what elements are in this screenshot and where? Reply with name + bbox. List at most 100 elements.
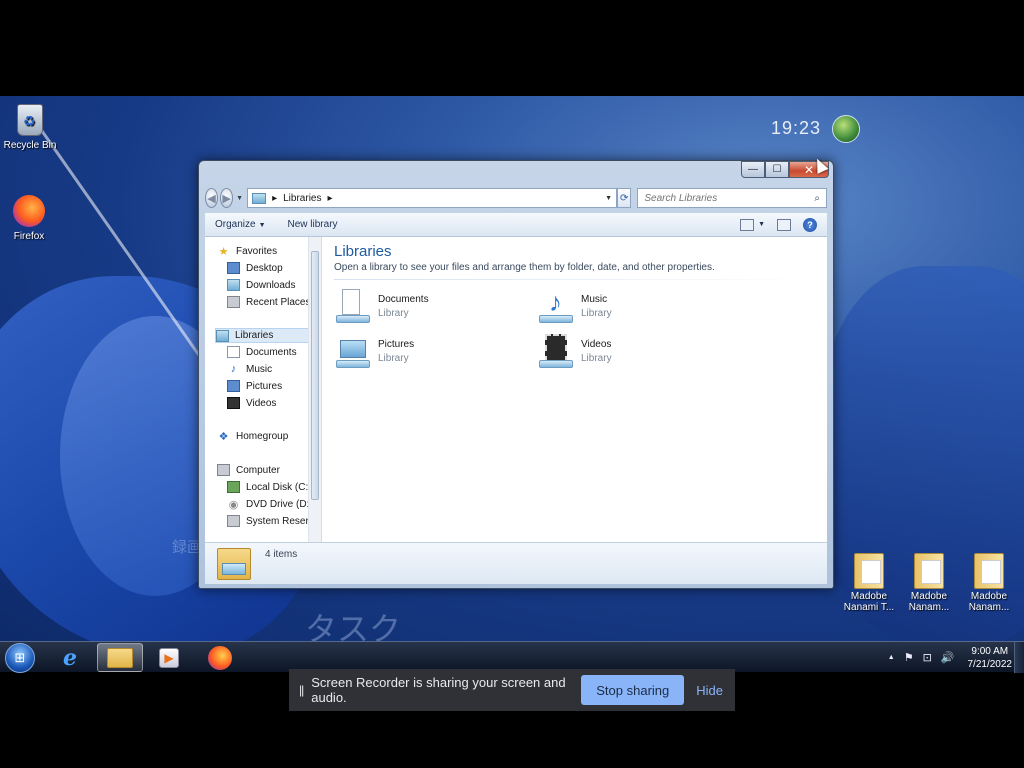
hide-button[interactable]: Hide <box>696 683 723 698</box>
item-count: 4 items <box>265 549 298 560</box>
details-pane: 4 items <box>205 542 827 584</box>
desktop-icon-label: Firefox <box>13 231 45 242</box>
nav-desktop[interactable]: Desktop <box>227 262 283 274</box>
nav-downloads[interactable]: Downloads <box>227 279 295 291</box>
disk-icon <box>227 481 240 493</box>
clock-widget: 19:23 <box>771 118 822 138</box>
documents-icon <box>227 346 240 358</box>
library-item-videos[interactable]: Videos Library <box>537 332 612 370</box>
address-bar[interactable]: ▸ Libraries ▸ ▼ <box>247 188 618 208</box>
minimize-button[interactable]: — <box>741 161 765 178</box>
clock-date: 7/21/2022 <box>967 658 1013 670</box>
desktop-icon-folder[interactable]: Madobe Nanam... <box>954 553 1024 613</box>
search-icon[interactable]: ⌕ <box>814 193 820 204</box>
libraries-folder-icon <box>217 547 251 580</box>
view-icon <box>740 218 755 231</box>
nav-homegroup[interactable]: ❖ Homegroup <box>217 430 289 443</box>
taskbar-explorer[interactable] <box>97 643 143 672</box>
nav-recent-places[interactable]: Recent Places <box>227 296 310 308</box>
internet-explorer-icon: e <box>63 644 77 671</box>
library-item-documents[interactable]: Documents Library <box>334 287 429 325</box>
organize-button[interactable]: Organize ▼ <box>215 219 266 230</box>
homegroup-icon: ❖ <box>218 430 229 443</box>
nav-scrollbar[interactable] <box>308 237 321 542</box>
change-view-button[interactable]: ▼ <box>740 218 765 231</box>
breadcrumb-separator[interactable]: ▸ <box>272 193 277 204</box>
nav-pictures[interactable]: Pictures <box>227 380 282 392</box>
star-icon: ★ <box>218 245 229 258</box>
page-subtitle: Open a library to see your files and arr… <box>334 262 715 273</box>
divider <box>334 279 815 280</box>
nav-favorites[interactable]: ★ Favorites <box>217 245 278 258</box>
taskbar: ⊞ e ▶ ▲ ⚑ ⊡ 🔊 9:00 AM 7/21/2022 <box>0 641 1024 673</box>
pictures-icon <box>227 380 240 392</box>
folder-icon <box>972 553 1006 589</box>
forward-button[interactable]: ▶ <box>220 188 234 208</box>
library-item-pictures[interactable]: Pictures Library <box>334 332 414 370</box>
content-pane[interactable]: Libraries Open a library to see your fil… <box>322 237 827 542</box>
videos-library-icon <box>537 332 575 370</box>
pictures-library-icon <box>334 332 372 370</box>
window-body: ★ Favorites Desktop Downloads Recent Plac… <box>205 237 827 542</box>
computer-icon <box>217 464 230 476</box>
address-dropdown[interactable]: ▼ <box>605 195 612 202</box>
folder-icon <box>852 553 886 589</box>
navigation-pane[interactable]: ★ Favorites Desktop Downloads Recent Plac… <box>205 237 322 542</box>
show-hidden-icons-button[interactable]: ▲ <box>888 654 895 661</box>
explorer-window[interactable]: — ☐ ✕ ◀ ▶ ▼ ▸ Libraries ▸ ▼ ⟳ ⌕ Organize… <box>198 160 834 589</box>
new-library-button[interactable]: New library <box>288 219 338 230</box>
search-box[interactable]: ⌕ <box>637 188 827 208</box>
recycle-bin-icon <box>13 102 47 138</box>
recent-pages-dropdown[interactable]: ▼ <box>236 195 243 202</box>
network-icon[interactable]: ⊡ <box>923 651 932 664</box>
libraries-icon <box>216 329 229 342</box>
pause-icon: || <box>299 683 304 697</box>
breadcrumb-libraries[interactable]: Libraries <box>283 193 321 204</box>
command-bar: Organize ▼ New library ▼ ? <box>205 213 827 237</box>
scrollbar-thumb[interactable] <box>311 251 319 500</box>
breadcrumb-separator[interactable]: ▸ <box>327 193 332 204</box>
firefox-icon <box>208 645 232 670</box>
nav-music[interactable]: ♪ Music <box>227 363 272 375</box>
dvd-icon: ◉ <box>228 498 239 511</box>
taskbar-internet-explorer[interactable]: e <box>47 643 93 672</box>
desktop-icon-label: Madobe Nanam... <box>968 591 1010 613</box>
drive-icon <box>227 515 240 527</box>
screen: タスク 録画 19:23 Recycle Bin Firefox Madobe … <box>0 0 1024 768</box>
screen-share-bar: || Screen Recorder is sharing your scree… <box>289 669 735 711</box>
refresh-button[interactable]: ⟳ <box>617 188 632 208</box>
stop-sharing-button[interactable]: Stop sharing <box>581 675 685 705</box>
search-input[interactable] <box>644 192 815 204</box>
nav-computer[interactable]: Computer <box>217 464 280 476</box>
taskbar-firefox[interactable] <box>197 643 243 672</box>
desktop-icon-firefox[interactable]: Firefox <box>0 193 64 242</box>
back-button[interactable]: ◀ <box>205 188 219 208</box>
desktop-icon <box>227 262 240 274</box>
documents-library-icon <box>334 287 372 325</box>
clock-time: 9:00 AM <box>971 645 1009 657</box>
media-player-icon: ▶ <box>159 647 179 668</box>
system-tray: ▲ ⚑ ⊡ 🔊 9:00 AM 7/21/2022 <box>888 642 1012 673</box>
volume-icon[interactable]: 🔊 <box>941 651 955 664</box>
help-icon[interactable]: ? <box>803 217 817 232</box>
page-title: Libraries <box>334 243 392 260</box>
widget-orb-icon <box>832 115 860 143</box>
explorer-icon <box>107 647 133 668</box>
taskbar-media-player[interactable]: ▶ <box>146 643 192 672</box>
videos-icon <box>227 397 240 409</box>
navigation-bar: ◀ ▶ ▼ ▸ Libraries ▸ ▼ ⟳ ⌕ <box>205 187 827 209</box>
show-desktop-button[interactable] <box>1014 642 1024 673</box>
preview-pane-icon[interactable] <box>777 218 791 231</box>
nav-libraries[interactable]: Libraries <box>215 328 312 343</box>
action-center-flag-icon[interactable]: ⚑ <box>904 651 914 664</box>
nav-videos[interactable]: Videos <box>227 397 276 409</box>
wallpaper-text: タスク <box>305 610 402 641</box>
taskbar-clock[interactable]: 9:00 AM 7/21/2022 <box>968 645 1013 671</box>
library-item-music[interactable]: ♪ Music Library <box>537 287 612 325</box>
maximize-button[interactable]: ☐ <box>765 161 789 178</box>
start-button[interactable]: ⊞ <box>5 643 35 673</box>
desktop-icon-recycle-bin[interactable]: Recycle Bin <box>0 102 65 151</box>
nav-local-disk[interactable]: Local Disk (C:) <box>227 481 312 493</box>
downloads-icon <box>227 279 240 291</box>
nav-documents[interactable]: Documents <box>227 346 297 358</box>
